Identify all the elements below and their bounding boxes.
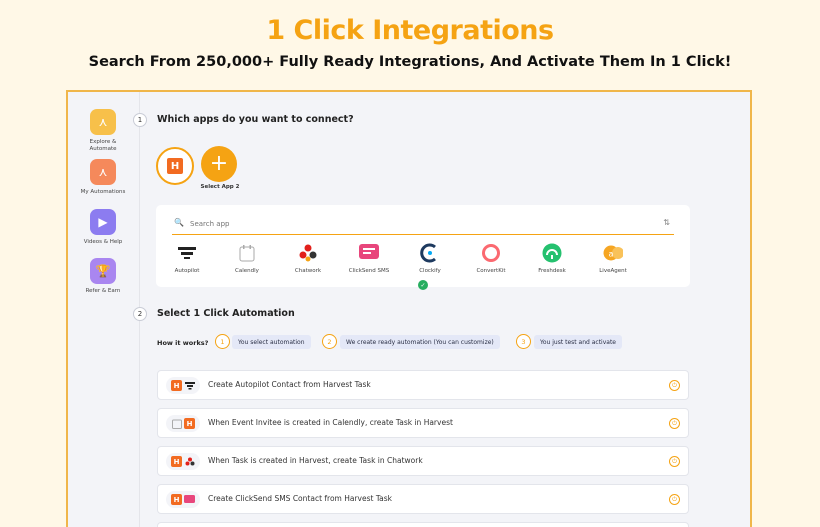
clicksend-icon [359,243,379,263]
power-icon[interactable]: ⏻ [669,494,680,505]
step-number: 2 [133,307,147,321]
step-number: 1 [133,113,147,127]
app-name: Autopilot [174,268,200,274]
app-picker: 🔍 ⇅ Autopilot Calendly Chatwork [156,205,690,287]
app-window: ⋏ Explore & Automate ⋏ My Automations ▶ … [66,90,752,527]
harvest-icon: H [167,158,183,174]
search-icon: 🔍 [174,218,184,227]
add-app-label: Select App 2 [200,184,240,190]
step-title: Select 1 Click Automation [157,308,295,319]
calendly-icon [171,418,182,429]
power-icon[interactable]: ⏻ [669,456,680,467]
app-tile-freshdesk[interactable]: Freshdesk [521,243,583,274]
sidebar-item-label: My Automations [80,189,126,195]
app-tile-autopilot[interactable]: Autopilot [156,243,218,274]
how-step-pill: You select automation [232,335,311,349]
sidebar-item-explore[interactable]: ⋏ Explore & Automate [77,109,129,153]
sidebar-item-videos-help[interactable]: ▶ Videos & Help [77,209,129,246]
how-step-number: 2 [322,334,337,349]
app-tile-clockify[interactable]: Clockify [399,243,461,274]
automation-row[interactable]: H Create ClickSend SMS Contact from Harv… [157,484,689,514]
app-tile-calendly[interactable]: Calendly [216,243,278,274]
svg-text:a: a [609,250,614,259]
sidebar-item-my-automations[interactable]: ⋏ My Automations [77,159,129,196]
automation-text: Create ClickSend SMS Contact from Harves… [208,494,393,503]
liveagent-icon: a [603,243,623,263]
app-name: Chatwork [294,268,322,274]
automation-row[interactable] [157,522,689,527]
app-name: Freshdesk [538,268,566,274]
app-tile-liveagent[interactable]: a LiveAgent [582,243,644,274]
sidebar: ⋏ Explore & Automate ⋏ My Automations ▶ … [68,92,140,527]
sort-icon[interactable]: ⇅ [663,218,670,227]
how-step-number: 3 [516,334,531,349]
chatwork-icon [298,243,318,263]
automation-app-icons: H [166,415,200,432]
add-app-button[interactable]: + [201,146,237,182]
automation-row[interactable]: H When Event Invitee is created in Calen… [157,408,689,438]
app-tile-chatwork[interactable]: Chatwork [277,243,339,274]
automation-app-icons: H [166,491,200,508]
search-bar: 🔍 ⇅ [172,215,674,235]
freshdesk-icon [542,243,562,263]
sidebar-item-label: Refer & Earn [85,288,121,294]
app-tile-clicksend[interactable]: ClickSend SMS [338,243,400,274]
selected-check-icon: ✓ [418,280,428,290]
how-it-works-label: How it works? [157,339,209,347]
how-step-pill: We create ready automation (You can cust… [340,335,500,349]
step-title: Which apps do you want to connect? [157,114,354,125]
automation-text: Create Autopilot Contact from Harvest Ta… [208,380,371,389]
sidebar-item-label: Explore & Automate [89,139,117,152]
how-step-number: 1 [215,334,230,349]
app-tile-convertkit[interactable]: ConvertKit [460,243,522,274]
clockify-icon [420,243,440,263]
play-icon: ▶ [90,209,116,235]
power-icon[interactable]: ⏻ [669,380,680,391]
hero-title: 1 Click Integrations [266,15,554,46]
explore-icon: ⋏ [90,109,116,135]
automation-row[interactable]: H Create Autopilot Contact from Harvest … [157,370,689,400]
harvest-icon: H [184,418,195,429]
automation-text: When Event Invitee is created in Calendl… [208,418,453,427]
sidebar-item-refer-earn[interactable]: 🏆 Refer & Earn [77,258,129,295]
convertkit-icon [481,243,501,263]
chatwork-icon [184,456,195,467]
harvest-icon: H [171,456,182,467]
autopilot-icon [184,380,195,391]
automation-app-icons: H [166,453,200,470]
harvest-icon: H [171,494,182,505]
automation-row[interactable]: H When Task is created in Harvest, creat… [157,446,689,476]
search-input[interactable] [190,217,630,231]
app-name: ClickSend SMS [348,268,390,274]
automation-app-icons: H [166,377,200,394]
how-step-pill: You just test and activate [534,335,622,349]
app-name: Calendly [235,268,259,274]
harvest-icon: H [171,380,182,391]
selected-app-harvest[interactable]: H [156,147,194,185]
app-name: ConvertKit [476,268,506,274]
clicksend-icon [184,494,195,505]
sidebar-item-label: Videos & Help [83,239,123,245]
app-name: Clockify [419,268,441,274]
hero-subtitle: Search From 250,000+ Fully Ready Integra… [88,54,732,70]
power-icon[interactable]: ⏻ [669,418,680,429]
app-name: LiveAgent [599,268,627,274]
trophy-icon: 🏆 [90,258,116,284]
calendly-icon [237,243,257,263]
automations-icon: ⋏ [90,159,116,185]
autopilot-icon [177,243,197,263]
automation-text: When Task is created in Harvest, create … [208,456,423,465]
